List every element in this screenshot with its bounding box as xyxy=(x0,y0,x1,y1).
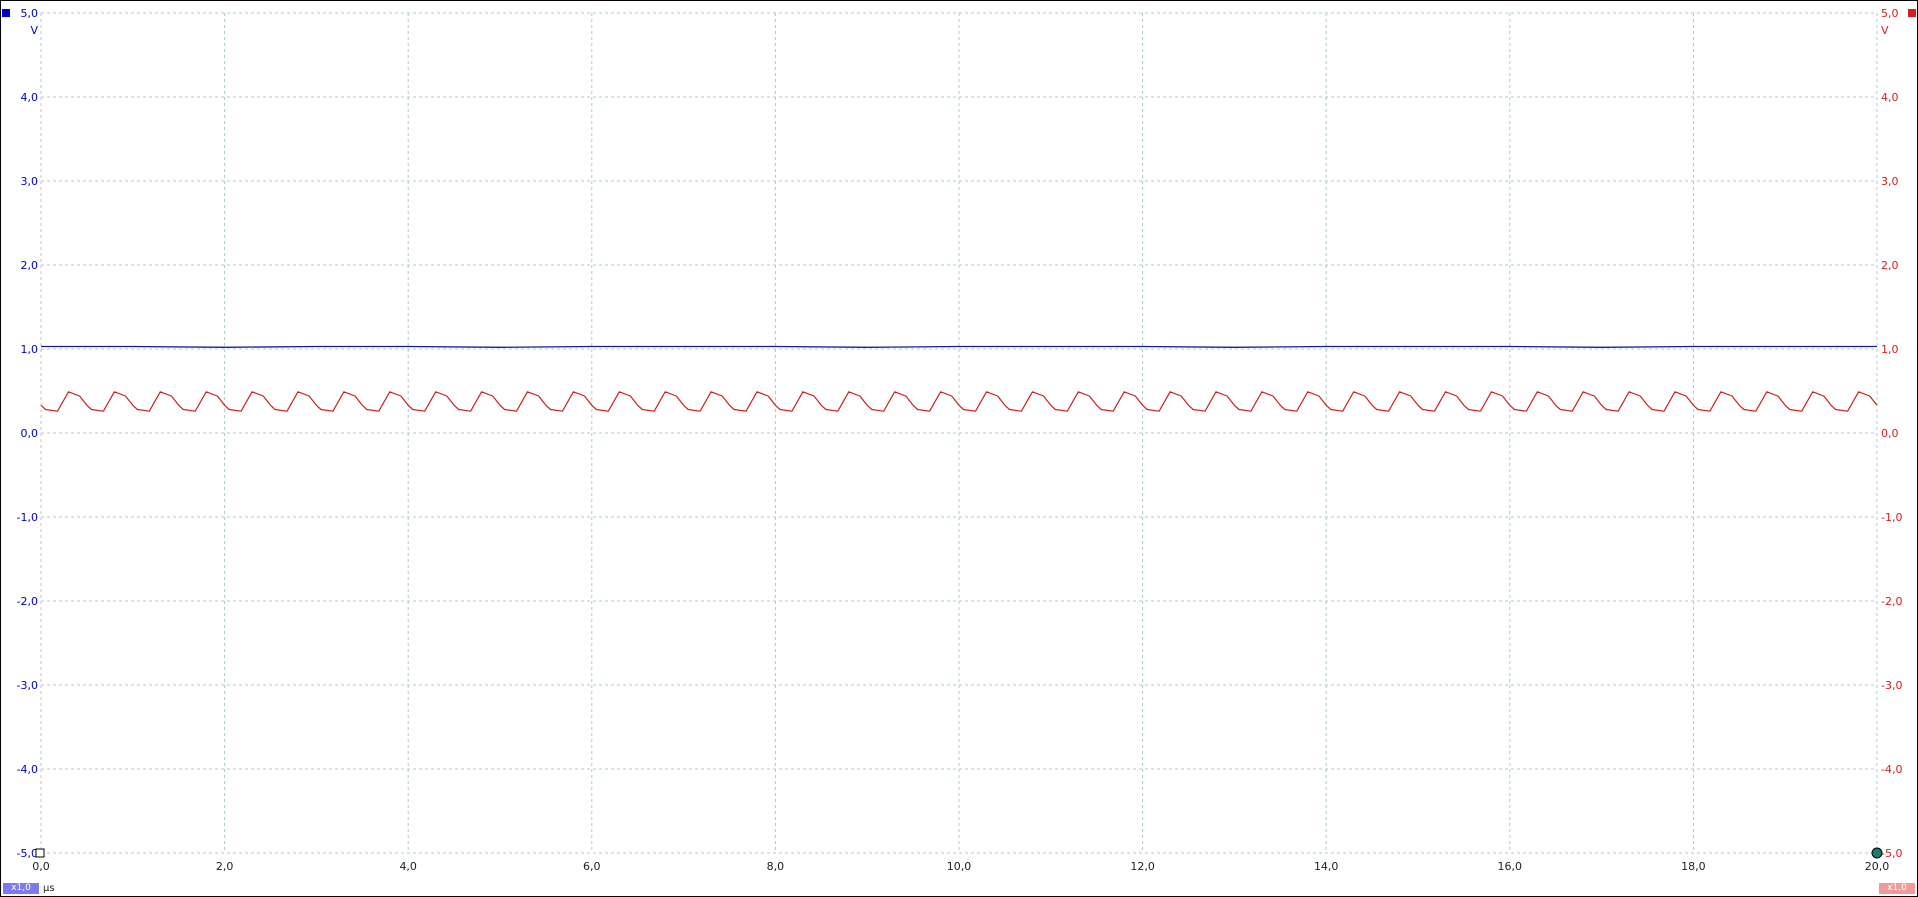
x-axis-tick-label: 6,0 xyxy=(583,860,601,873)
x-axis-tick-label: 20,0 xyxy=(1865,860,1890,873)
right-axis-tick-label: -4,0 xyxy=(1881,763,1902,776)
left-axis-tick-label: -3,0 xyxy=(17,679,38,692)
left-axis-tick-label: 2,0 xyxy=(21,259,39,272)
right-axis-tick-label: 3,0 xyxy=(1881,175,1899,188)
x-axis-tick-label: 12,0 xyxy=(1130,860,1155,873)
trigger-marker[interactable] xyxy=(1871,847,1883,859)
x-axis-ticks: 0,0 2,0 4,0 6,0 8,0 10,0 12,0 14,0 16,0 18,0 20,0 xyxy=(32,860,1889,873)
right-axis-tick-label: 2,0 xyxy=(1881,259,1899,272)
right-axis-unit: V xyxy=(1881,24,1889,37)
channel-b-offset-marker[interactable] xyxy=(1908,9,1916,17)
left-axis-tick-label: 4,0 xyxy=(21,91,39,104)
x-axis-tick-label: 2,0 xyxy=(216,860,234,873)
x-axis-tick-label: 18,0 xyxy=(1681,860,1706,873)
x-axis-tick-label: 4,0 xyxy=(399,860,417,873)
right-axis-tick-label: -1,0 xyxy=(1881,511,1902,524)
x-axis-tick-label: 10,0 xyxy=(947,860,972,873)
left-axis-tick-label: 5,0 xyxy=(21,7,39,20)
right-axis-tick-label: -2,0 xyxy=(1881,595,1902,608)
right-axis-tick-label: 1,0 xyxy=(1881,343,1899,356)
series-channel-a-trace xyxy=(41,345,1877,348)
x-axis-tick-label: 0,0 xyxy=(32,860,50,873)
grid-lines xyxy=(40,12,1878,854)
left-axis-tick-label: 1,0 xyxy=(21,343,39,356)
right-axis-tick-label: 5,0 xyxy=(1881,7,1899,20)
x-axis-tick-label: 14,0 xyxy=(1314,860,1339,873)
right-axis-tick-label: 0,0 xyxy=(1881,427,1899,440)
left-axis-tick-label: 3,0 xyxy=(21,175,39,188)
oscilloscope-chart: 5,04,03,02,01,00,0-1,0-2,0-3,0-4,0-5,0V … xyxy=(2,7,1916,873)
x-axis-tick-label: 16,0 xyxy=(1498,860,1523,873)
scope-window: 5,0 4,0 3,0 2,0 1,0 0,0 -1,0 -2,0 -3,0 -4,0 -5,0 V … xyxy=(0,0,1918,897)
right-axis-tick-label: -3,0 xyxy=(1881,679,1902,692)
series-channel-b-trace xyxy=(40,391,1878,412)
left-axis-tick-label: -1,0 xyxy=(17,511,38,524)
channel-a-scale-badge[interactable]: x1,0 xyxy=(3,883,39,894)
left-axis-ticks: 5,0 4,0 3,0 2,0 1,0 0,0 -1,0 -2,0 -3,0 -4,0 -5,0 V xyxy=(17,7,39,860)
left-axis-tick-label: -4,0 xyxy=(17,763,38,776)
left-axis-unit: V xyxy=(30,24,38,37)
right-axis-tick-label: -5,0 xyxy=(1881,847,1902,860)
channel-a-offset-marker[interactable] xyxy=(2,9,10,17)
time-reference-marker[interactable] xyxy=(35,848,45,858)
left-axis-tick-label: 0,0 xyxy=(21,427,39,440)
channel-b-scale-badge[interactable]: x1,0 xyxy=(1879,883,1915,894)
left-axis-tick-label: -5,0 xyxy=(17,847,38,860)
x-axis-tick-label: 8,0 xyxy=(767,860,785,873)
left-axis-tick-label: -2,0 xyxy=(17,595,38,608)
right-axis-ticks: 5,0 4,0 3,0 2,0 1,0 0,0 -1,0 -2,0 -3,0 -4,0 -5,0 V xyxy=(1881,7,1902,860)
right-axis-tick-label: 4,0 xyxy=(1881,91,1899,104)
x-axis-unit: µs xyxy=(43,883,55,894)
